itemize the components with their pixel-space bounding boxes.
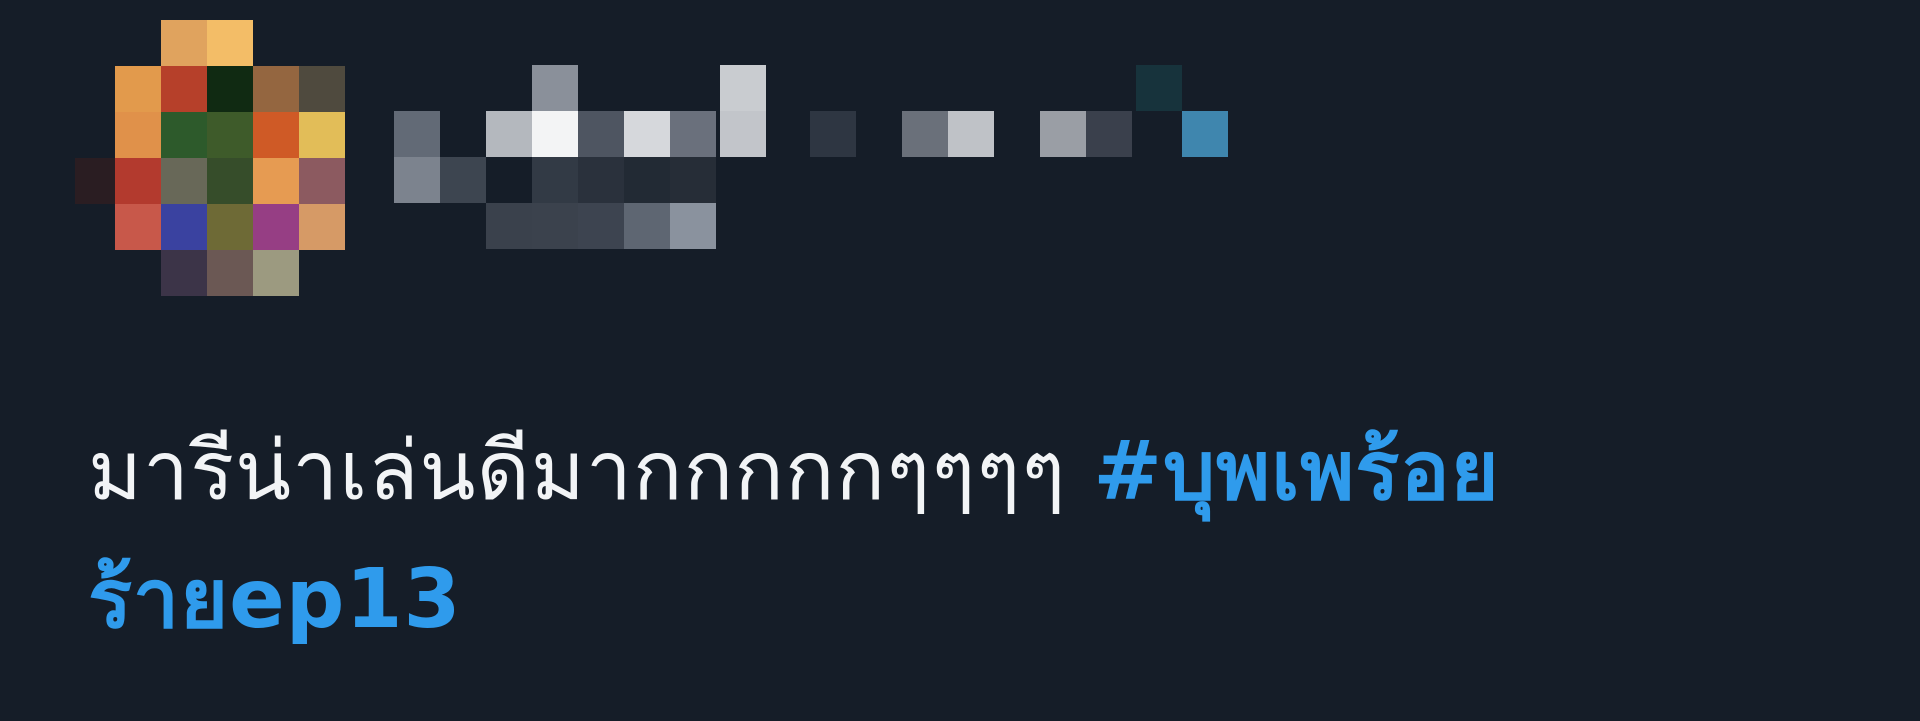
- display-name[interactable]: [390, 65, 1240, 265]
- avatar[interactable]: [75, 20, 355, 305]
- tweet-body: มารีน่าเล่นดีมากกกกกๆๆๆๆ: [88, 424, 1094, 519]
- tweet-card: มารีน่าเล่นดีมากกกกกๆๆๆๆ #บุพเพร้อยร้ายe…: [0, 0, 1920, 721]
- tweet-text: มารีน่าเล่นดีมากกกกกๆๆๆๆ #บุพเพร้อยร้ายe…: [88, 408, 1808, 664]
